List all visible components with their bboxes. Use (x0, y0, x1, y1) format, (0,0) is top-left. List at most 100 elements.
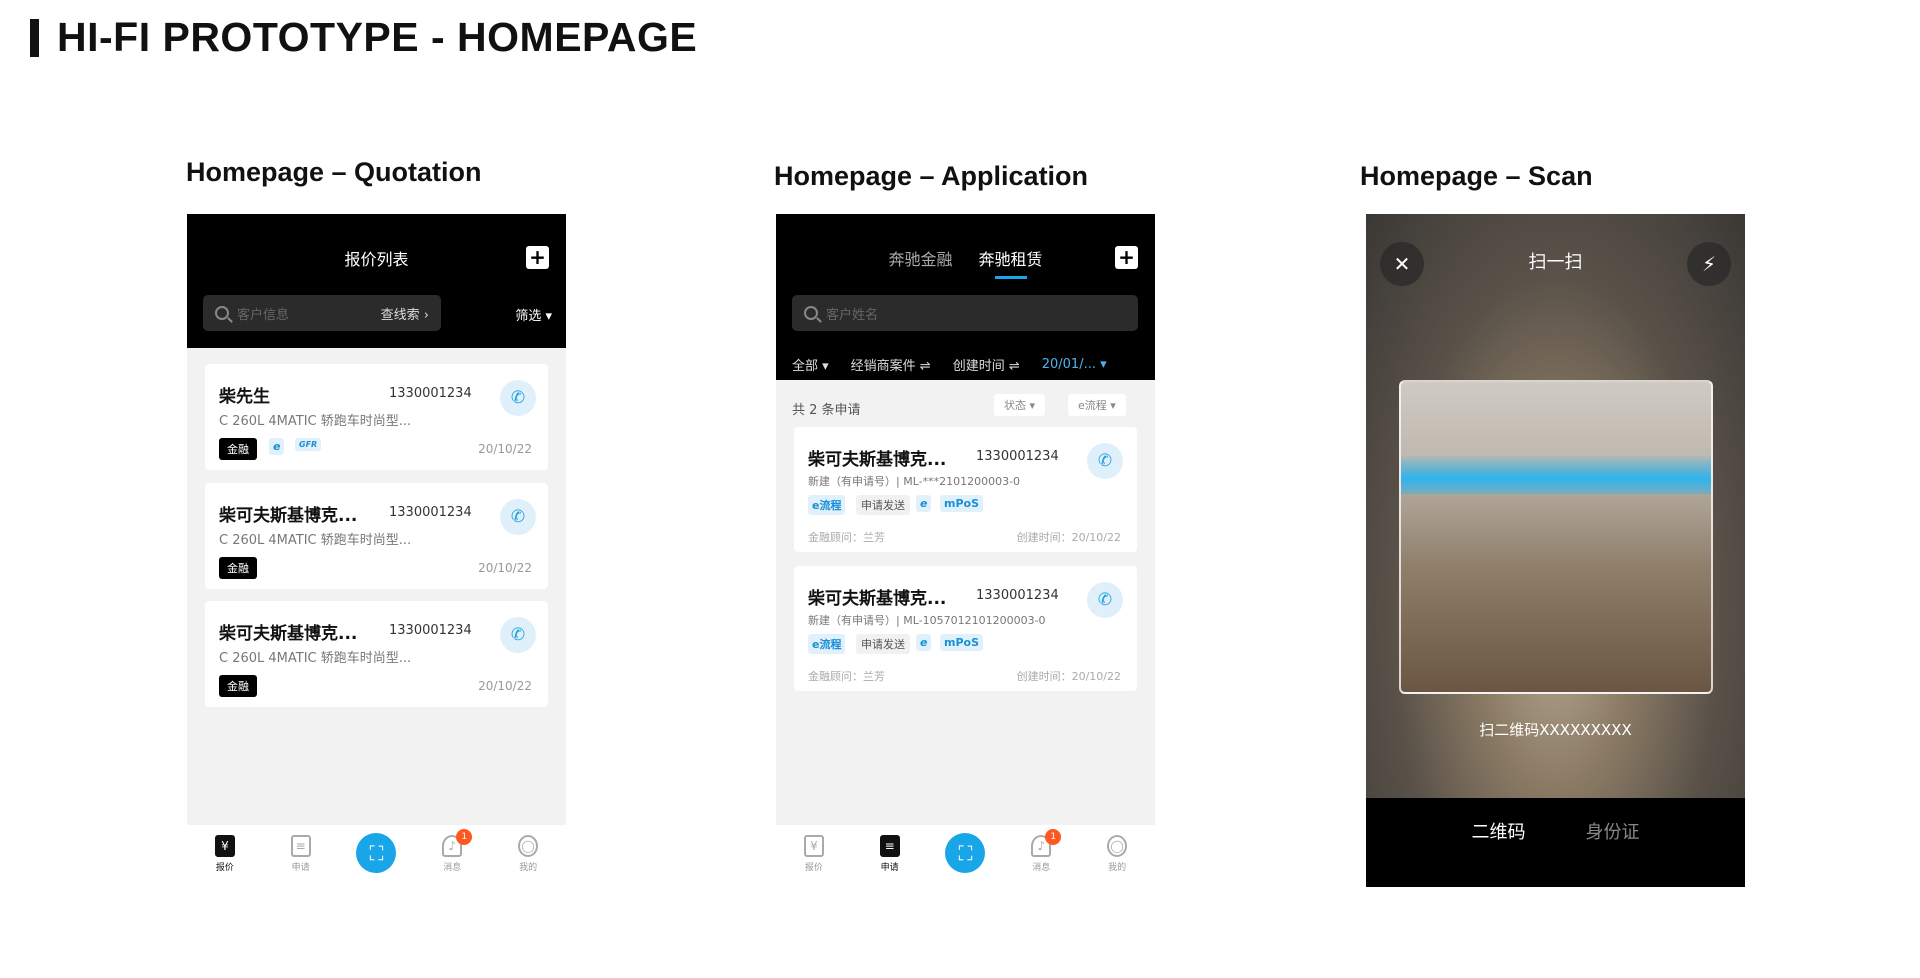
filter-created-time[interactable]: 创建时间 ⇌ (953, 355, 1020, 374)
advisor: 金融顾问：兰芳 (808, 531, 885, 544)
card-date: 20/10/22 (478, 561, 532, 575)
call-icon[interactable]: ✆ (500, 617, 536, 653)
mpos-tag: mPoS (940, 634, 984, 651)
filter-all[interactable]: 全部 ▾ (792, 355, 829, 374)
vehicle-desc: C 260L 4MATIC 轿跑车时尚型... (219, 414, 412, 429)
nav-scan[interactable]: ⛶ (346, 833, 406, 873)
nav-label: 申请 (880, 863, 899, 873)
document-icon: ≡ (879, 835, 900, 857)
customer-phone: 1330001234 (389, 505, 472, 520)
card-date: 20/10/22 (478, 442, 532, 456)
application-card[interactable]: 柴可夫斯基博克... 1330001234 ✆ 新建（有申请号）| ML-***… (794, 427, 1137, 552)
scan-caption: 扫二维码XXXXXXXXX (1479, 721, 1632, 739)
title-accent-bar (30, 18, 39, 57)
scan-icon: ⛶ (356, 833, 397, 873)
e-flow-tag: e流程 (808, 634, 846, 654)
filter-button[interactable]: 筛选 ▾ (515, 305, 552, 324)
call-icon[interactable]: ✆ (1087, 443, 1123, 479)
nav-quotation[interactable]: ¥ 报价 (195, 835, 255, 873)
application-card[interactable]: 柴可夫斯基博克... 1330001234 ✆ 新建（有申请号）| ML-105… (794, 566, 1137, 691)
nav-messages[interactable]: ♪ 1 消息 (422, 829, 482, 873)
vehicle-desc: C 260L 4MATIC 轿跑车时尚型... (219, 533, 412, 548)
call-icon[interactable]: ✆ (500, 380, 536, 416)
tab-benz-leasing[interactable]: 奔驰租赁 (979, 246, 1043, 279)
vehicle-desc: C 260L 4MATIC 轿跑车时尚型... (219, 651, 412, 666)
customer-name: 柴可夫斯基博克... (219, 506, 358, 526)
status-filter[interactable]: 状态 ▾ (994, 394, 1046, 416)
search-input[interactable]: 客户信息 查线索 › (203, 295, 441, 331)
tab-qr-code[interactable]: 二维码 (1472, 818, 1526, 887)
nav-scan[interactable]: ⛶ (935, 833, 995, 873)
find-leads-link[interactable]: 查线索 › (381, 304, 429, 323)
tab-id-card[interactable]: 身份证 (1586, 818, 1640, 887)
add-application-button[interactable]: + (1115, 246, 1138, 269)
advisor: 金融顾问：兰芳 (808, 670, 885, 683)
search-placeholder: 客户姓名 (826, 307, 879, 323)
quotation-card[interactable]: 柴先生 1330001234 ✆ C 260L 4MATIC 轿跑车时尚型...… (205, 364, 548, 470)
nav-application[interactable]: ≡ 申请 (271, 835, 331, 873)
nav-profile[interactable]: ◯ 我的 (1087, 835, 1147, 873)
nav-label: 我的 (519, 863, 538, 873)
quotation-header: 报价列表 + 客户信息 查线索 › 筛选 ▾ (187, 214, 566, 348)
search-icon (215, 306, 229, 320)
filter-date[interactable]: 20/01/... ▾ (1042, 357, 1107, 372)
page-title: HI-FI PROTOTYPE - HOMEPAGE (57, 14, 698, 60)
nav-label: 消息 (443, 863, 462, 873)
section-label-application: Homepage – Application (774, 161, 1089, 191)
result-count: 共 2 条申请 (792, 403, 861, 418)
add-quotation-button[interactable]: + (526, 246, 549, 269)
call-icon[interactable]: ✆ (500, 499, 536, 535)
scan-line (1401, 456, 1711, 494)
nav-application[interactable]: ≡ 申请 (860, 835, 920, 873)
nav-messages[interactable]: ♪ 1 消息 (1011, 829, 1071, 873)
e-flow-tag: e流程 (808, 495, 846, 515)
customer-name: 柴可夫斯基博克... (808, 589, 947, 609)
nav-label: 消息 (1032, 863, 1051, 873)
quotation-icon: ¥ (214, 835, 235, 857)
phone-application: 奔驰金融 奔驰租赁 + 客户姓名 全部 ▾ 经销商案件 ⇌ 创建时间 ⇌ 20/… (776, 214, 1155, 887)
mpos-tag: mPoS (940, 495, 984, 512)
filter-bar: 全部 ▾ 经销商案件 ⇌ 创建时间 ⇌ 20/01/... ▾ (776, 348, 1155, 380)
user-icon: ◯ (1107, 835, 1128, 857)
phone-quotation: 报价列表 + 客户信息 查线索 › 筛选 ▾ 柴先生 1330001234 ✆ … (187, 214, 566, 887)
page-header: HI-FI PROTOTYPE - HOMEPAGE (30, 14, 697, 61)
phone-scan: ✕ 扫一扫 ⚡ 扫二维码XXXXXXXXX 二维码 身份证 (1366, 214, 1745, 887)
customer-name: 柴先生 (219, 387, 270, 407)
e-tag: e (916, 495, 932, 512)
customer-name: 柴可夫斯基博克... (219, 624, 358, 644)
quotation-icon: ¥ (803, 835, 824, 857)
e-flow-tag: e (269, 438, 285, 455)
nav-label: 我的 (1108, 863, 1127, 873)
quotation-card[interactable]: 柴可夫斯基博克... 1330001234 ✆ C 260L 4MATIC 轿跑… (205, 601, 548, 707)
bottom-nav: ¥ 报价 ≡ 申请 ⛶ ♪ 1 消息 ◯ 我的 (187, 825, 566, 887)
search-placeholder: 客户信息 (237, 307, 290, 323)
sent-tag: 申请发送 (856, 634, 910, 654)
unread-badge: 1 (456, 829, 473, 845)
created-time: 创建时间：20/10/22 (1016, 670, 1121, 683)
tab-benz-finance[interactable]: 奔驰金融 (888, 246, 952, 270)
section-label-quotation: Homepage – Quotation (186, 157, 482, 187)
user-icon: ◯ (518, 835, 539, 857)
unread-badge: 1 (1045, 829, 1062, 845)
nav-quotation[interactable]: ¥ 报价 (784, 835, 844, 873)
nav-label: 申请 (291, 863, 310, 873)
flash-icon[interactable]: ⚡ (1687, 242, 1731, 286)
customer-phone: 1330001234 (976, 449, 1059, 464)
application-number: 新建（有申请号）| ML-***2101200003-0 (808, 475, 1021, 488)
customer-phone: 1330001234 (389, 386, 472, 401)
nav-label: 报价 (804, 863, 823, 873)
filter-dealer-cases[interactable]: 经销商案件 ⇌ (851, 355, 931, 374)
card-date: 20/10/22 (478, 679, 532, 693)
call-icon[interactable]: ✆ (1087, 582, 1123, 618)
application-tabs: 奔驰金融 奔驰租赁 (776, 246, 1155, 279)
finance-tag: 金融 (219, 438, 257, 460)
search-icon (804, 306, 818, 320)
customer-name: 柴可夫斯基博克... (808, 450, 947, 470)
nav-profile[interactable]: ◯ 我的 (498, 835, 558, 873)
customer-phone: 1330001234 (389, 623, 472, 638)
scan-viewfinder (1399, 380, 1713, 694)
flow-filter[interactable]: e流程 ▾ (1068, 394, 1126, 416)
search-input[interactable]: 客户姓名 (792, 295, 1138, 331)
scan-mode-tabs: 二维码 身份证 (1366, 798, 1745, 887)
quotation-card[interactable]: 柴可夫斯基博克... 1330001234 ✆ C 260L 4MATIC 轿跑… (205, 483, 548, 589)
